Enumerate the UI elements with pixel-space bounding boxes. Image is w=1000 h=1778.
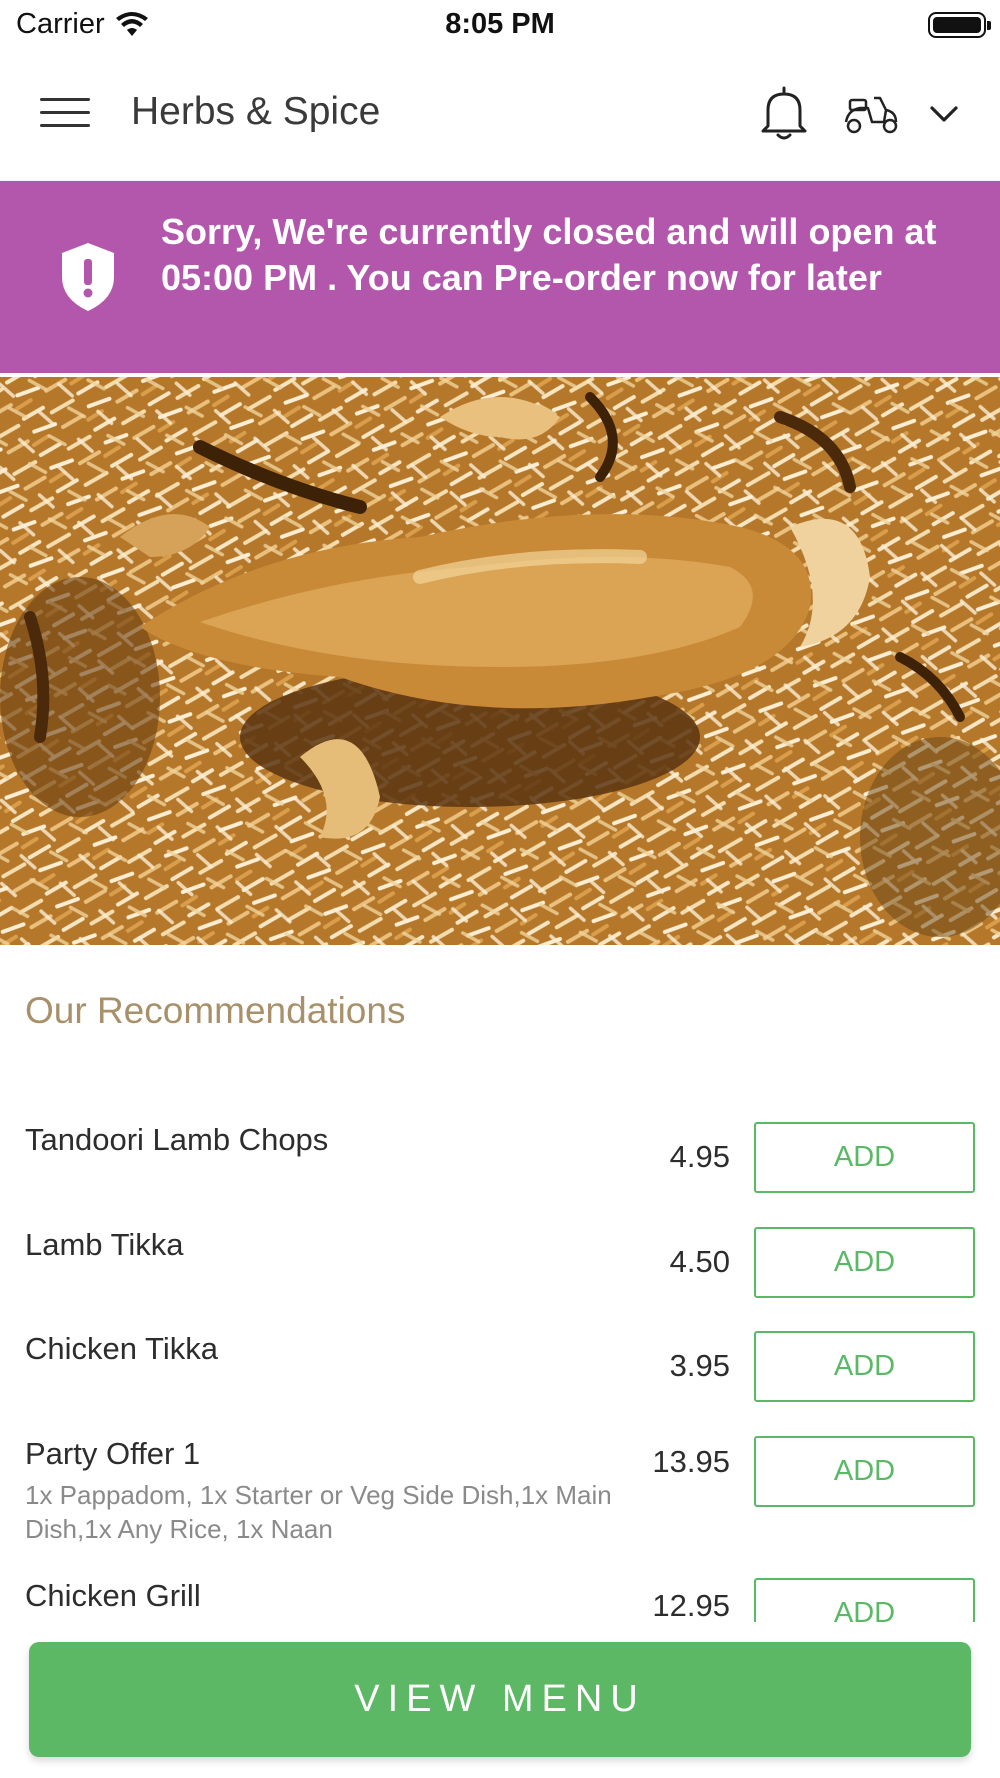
item-price: 13.95 (652, 1444, 730, 1479)
add-button[interactable]: ADD (754, 1578, 975, 1622)
add-button[interactable]: ADD (754, 1331, 975, 1402)
recommendations-title: Our Recommendations (25, 990, 406, 1031)
item-price: 4.95 (669, 1139, 730, 1174)
hamburger-menu-icon[interactable] (40, 98, 90, 132)
battery-icon (928, 12, 991, 38)
item-name: Chicken Grill (25, 1578, 201, 1613)
bell-icon[interactable] (757, 84, 811, 142)
add-button[interactable]: ADD (754, 1227, 975, 1298)
closed-notice-banner: Sorry, We're currently closed and will o… (0, 181, 1000, 373)
item-description: 1x Pappadom, 1x Starter or Veg Side Dish… (25, 1480, 612, 1544)
view-menu-button[interactable]: VIEW MENU (29, 1642, 971, 1757)
hero-food-image (0, 377, 1000, 945)
status-time: 8:05 PM (445, 8, 555, 40)
item-name: Lamb Tikka (25, 1227, 184, 1262)
item-price: 4.50 (669, 1244, 730, 1279)
app-header: Herbs & Spice (0, 50, 1000, 180)
shield-alert-icon (58, 241, 118, 313)
item-name: Chicken Tikka (25, 1331, 218, 1366)
delivery-scooter-icon[interactable] (842, 88, 902, 138)
item-price: 3.95 (669, 1348, 730, 1383)
closed-notice-text: Sorry, We're currently closed and will o… (161, 211, 937, 298)
item-name: Party Offer 1 (25, 1436, 201, 1471)
restaurant-title: Herbs & Spice (131, 90, 381, 133)
add-button[interactable]: ADD (754, 1436, 975, 1507)
recommendations-list: Tandoori Lamb Chops 4.95 ADD Lamb Tikka … (0, 1100, 1000, 1622)
chevron-down-icon[interactable] (926, 98, 962, 130)
item-price: 12.95 (652, 1588, 730, 1622)
bottom-action-area: VIEW MENU (0, 1622, 1000, 1778)
add-button[interactable]: ADD (754, 1122, 975, 1193)
status-bar: Carrier 8:05 PM (0, 0, 1000, 50)
item-name: Tandoori Lamb Chops (25, 1122, 329, 1157)
